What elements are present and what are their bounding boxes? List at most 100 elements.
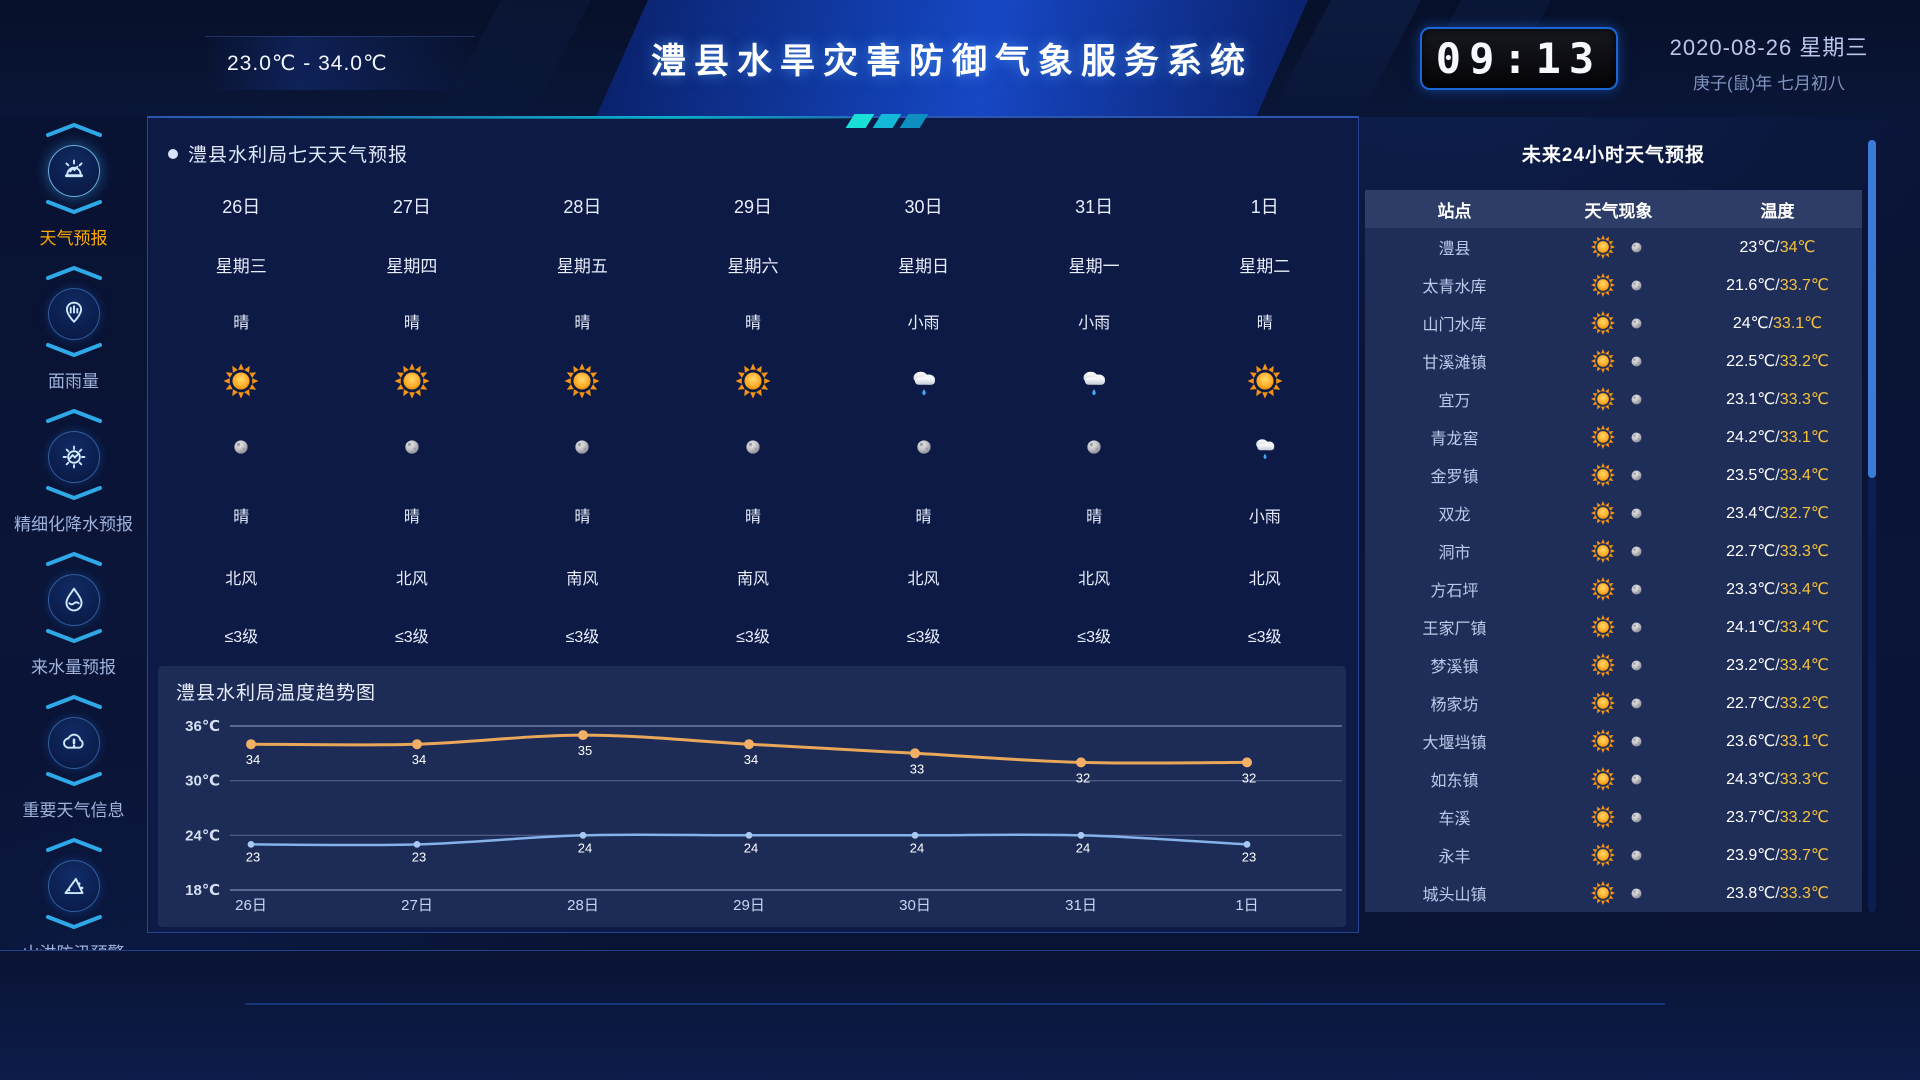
sidebar-item-weather-forecast[interactable]: 天气预报	[3, 122, 145, 251]
important-weather-icon	[48, 717, 100, 769]
bottom-nav-bar: !重要信息机构职责预警预报实况监测雷达卫星三维GIS ▶	[0, 950, 1920, 1080]
station-temperature: 23.7℃/33.2℃	[1693, 807, 1862, 827]
forecast-day-icon	[838, 350, 1009, 412]
station-weather-icons	[1544, 728, 1693, 754]
forecast-date: 27日	[327, 176, 498, 236]
rain-icon	[905, 362, 943, 400]
svg-text:24: 24	[578, 840, 592, 855]
moon-icon	[1626, 769, 1647, 790]
station-row: 山门水库 24℃/33.1℃	[1365, 304, 1862, 342]
scrollbar-thumb[interactable]	[1868, 140, 1876, 478]
station-row: 澧县 23℃/34℃	[1365, 228, 1862, 266]
station-name: 太青水库	[1365, 273, 1544, 297]
bullet-icon	[168, 149, 178, 159]
chevron-down-icon	[43, 628, 105, 649]
chevron-up-icon	[43, 122, 105, 143]
fine-precipitation-icon	[48, 431, 100, 483]
moon-icon	[1626, 655, 1647, 676]
moon-icon	[910, 433, 938, 461]
flood-warning-icon	[48, 860, 100, 912]
forecast-night-icon	[1009, 412, 1180, 482]
forecast-days-grid: 26日星期三晴 晴北风≤3级27日星期四晴 晴北风≤3级28日星期五晴 晴南风≤…	[156, 176, 1350, 664]
station-name: 青龙窖	[1365, 425, 1544, 449]
moon-icon	[1626, 313, 1647, 334]
temperature-trend-chart: 澧县水利局温度趋势图 36℃30℃24℃18℃26日27日28日29日30日31…	[158, 666, 1346, 927]
sidebar-item-fine-precipitation[interactable]: 精细化降水预报	[3, 408, 145, 537]
stations-table-body: 澧县 23℃/34℃ 太青水库 21.6℃/33.7℃ 山门水库 24℃/33.1℃…	[1365, 228, 1862, 912]
forecast-wind-direction: 南风	[497, 548, 668, 606]
svg-text:30日: 30日	[899, 897, 931, 914]
station-name: 梦溪镇	[1365, 653, 1544, 677]
forecast-day-column: 1日星期二晴 小雨北风≤3级	[1179, 176, 1350, 664]
forecast-day-condition: 小雨	[1009, 292, 1180, 350]
forecast-date: 30日	[838, 176, 1009, 236]
station-weather-icons	[1544, 234, 1693, 260]
svg-text:34: 34	[246, 752, 260, 767]
station-row: 梦溪镇 23.2℃/33.4℃	[1365, 646, 1862, 684]
station-weather-icons	[1544, 462, 1693, 488]
forecast-day-icon	[156, 350, 327, 412]
moon-icon	[398, 433, 426, 461]
forecast-night-icon	[327, 412, 498, 482]
forecast-night-icon	[156, 412, 327, 482]
forecast-night-icon	[497, 412, 668, 482]
digital-clock: 09:13	[1420, 27, 1618, 90]
station-row: 洞市 22.7℃/33.3℃	[1365, 532, 1862, 570]
forecast-wind-level: ≤3级	[156, 606, 327, 664]
sidebar-item-important-weather[interactable]: 重要天气信息	[3, 694, 145, 823]
station-weather-icons	[1544, 272, 1693, 298]
station-weather-icons	[1544, 690, 1693, 716]
station-name: 车溪	[1365, 805, 1544, 829]
station-name: 金罗镇	[1365, 463, 1544, 487]
moon-icon	[1626, 427, 1647, 448]
stations-table-header: 站点天气现象温度	[1365, 190, 1862, 228]
forecast-night-condition: 晴	[497, 482, 668, 548]
moon-icon	[1626, 389, 1647, 410]
sun-icon	[734, 362, 772, 400]
forecast-weekday: 星期三	[156, 236, 327, 292]
sidebar-item-area-rainfall[interactable]: 面雨量	[3, 265, 145, 394]
moon-icon	[1626, 237, 1647, 258]
station-name: 双龙	[1365, 501, 1544, 525]
moon-icon	[1080, 433, 1108, 461]
station-weather-icons	[1544, 842, 1693, 868]
sun-icon	[1590, 728, 1616, 754]
station-temperature: 23.6℃/33.1℃	[1693, 731, 1862, 751]
forecast-night-icon	[1179, 412, 1350, 482]
chevron-down-icon	[43, 771, 105, 792]
moon-icon	[1626, 579, 1647, 600]
stations-scrollbar[interactable]	[1868, 140, 1876, 912]
station-name: 澧县	[1365, 235, 1544, 259]
station-temperature: 23.8℃/33.3℃	[1693, 883, 1862, 903]
station-weather-icons	[1544, 576, 1693, 602]
forecast-day-condition: 晴	[668, 292, 839, 350]
svg-text:28日: 28日	[567, 897, 599, 914]
stations-panel: 未来24小时天气预报 站点天气现象温度 澧县 23℃/34℃太青水库 21.6℃…	[1365, 140, 1862, 912]
forecast-title-text: 澧县水利局七天天气预报	[188, 140, 408, 167]
station-temperature: 21.6℃/33.7℃	[1693, 275, 1862, 295]
sidebar-item-inflow-forecast[interactable]: 来水量预报	[3, 551, 145, 680]
moon-icon	[1626, 845, 1647, 866]
sidebar-item-label: 天气预报	[3, 228, 145, 251]
sidebar-item-label: 重要天气信息	[3, 800, 145, 823]
station-temperature: 23.3℃/33.4℃	[1693, 579, 1862, 599]
forecast-wind-level: ≤3级	[1009, 606, 1180, 664]
inflow-forecast-icon	[48, 574, 100, 626]
temp-range-text: 23.0℃ - 34.0℃	[227, 51, 388, 76]
sidebar-item-label: 来水量预报	[3, 657, 145, 680]
forecast-date: 31日	[1009, 176, 1180, 236]
sidebar-item-flood-warning[interactable]: 山洪防汛预警	[3, 837, 145, 966]
station-temperature: 23.1℃/33.3℃	[1693, 389, 1862, 409]
forecast-wind-direction: 北风	[1179, 548, 1350, 606]
sun-icon	[1590, 766, 1616, 792]
sun-icon	[1590, 690, 1616, 716]
forecast-weekday: 星期日	[838, 236, 1009, 292]
svg-text:23: 23	[246, 849, 260, 864]
station-weather-icons	[1544, 386, 1693, 412]
svg-text:36℃: 36℃	[185, 718, 220, 735]
area-rainfall-icon	[48, 288, 100, 340]
station-row: 王家厂镇 24.1℃/33.4℃	[1365, 608, 1862, 646]
station-name: 洞市	[1365, 539, 1544, 563]
stations-header-cell: 站点	[1365, 197, 1544, 222]
forecast-day-column: 26日星期三晴 晴北风≤3级	[156, 176, 327, 664]
